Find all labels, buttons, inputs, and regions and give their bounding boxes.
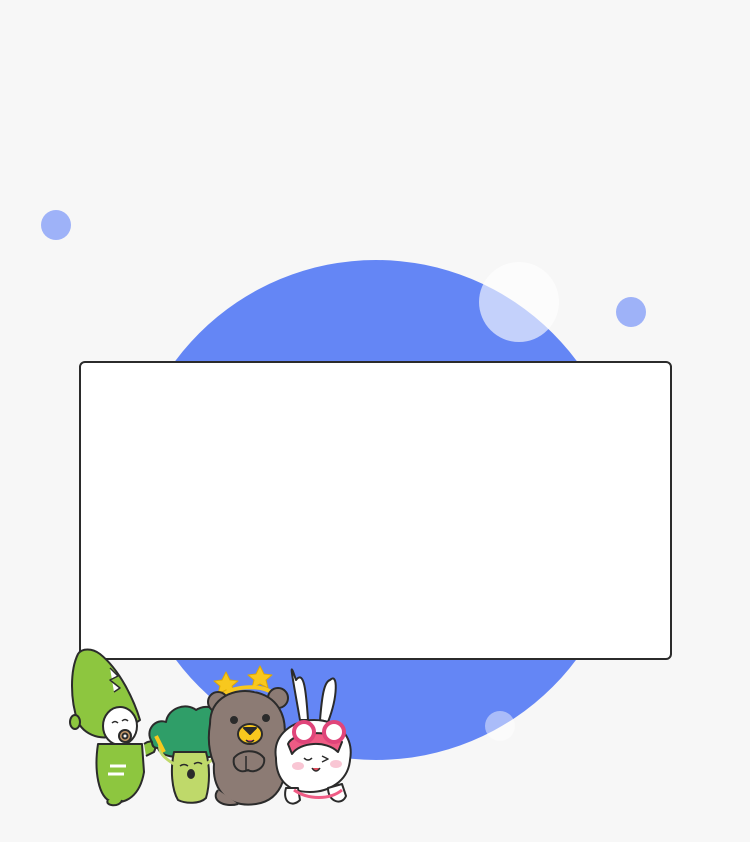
decorative-bubble-large xyxy=(479,262,559,342)
decorative-dot-left xyxy=(41,210,71,240)
content-card xyxy=(79,361,672,660)
rabbit-character-icon xyxy=(274,668,352,805)
crocodile-character-icon xyxy=(69,648,157,807)
decorative-bubble-small xyxy=(485,711,515,741)
bear-character-icon xyxy=(207,665,289,806)
character-group xyxy=(69,648,352,807)
card-text xyxy=(81,363,670,658)
decorative-dot-right xyxy=(616,297,646,327)
illustration-background xyxy=(0,0,750,842)
